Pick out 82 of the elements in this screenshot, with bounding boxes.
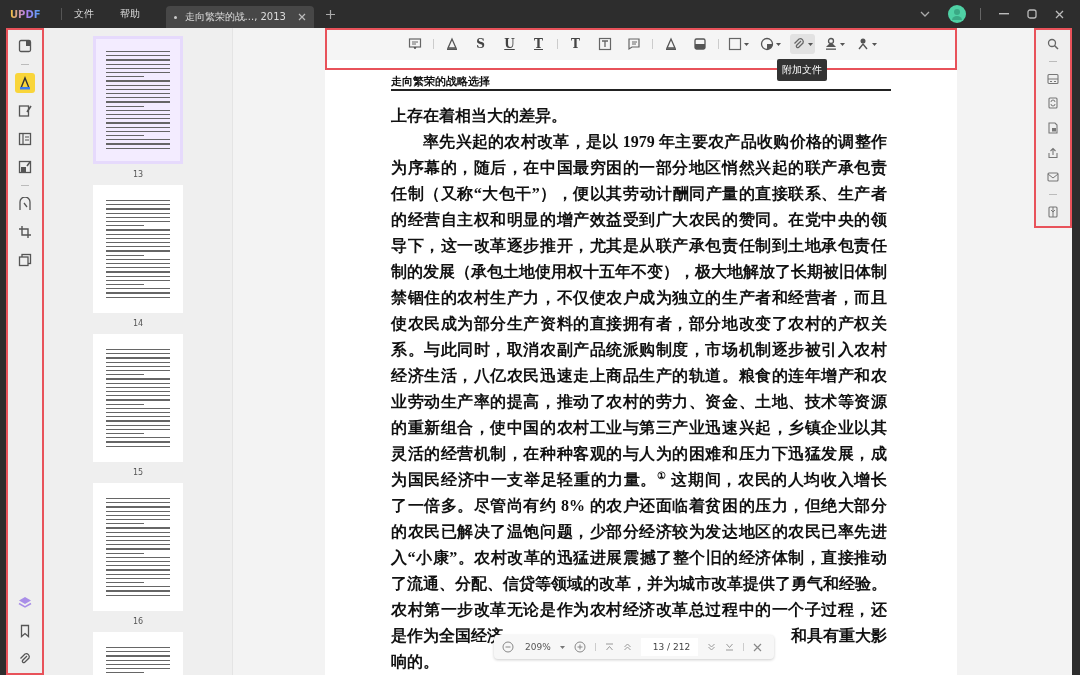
- square-icon: [727, 37, 742, 51]
- body-text-line: 的重新组合，使中国的农村工业与第三产业迅速兴起，乡镇企业以其: [391, 418, 887, 438]
- menu-item[interactable]: 文件: [73, 7, 94, 21]
- speech-bubble-icon: [626, 37, 641, 51]
- body-text-line: 导下，这一改革逐步推开，尤其是从联产承包责任制到土地承包责任: [391, 236, 887, 257]
- body-text-line: 为国民经济中一支举足轻重的力量。$^{①}$ 这期间，农民的人均收入增长: [391, 468, 887, 490]
- body-text-line: 率先兴起的农村改革，是以 1979 年主要农产品收购价格的调整作: [422, 132, 887, 152]
- share-icon: [1047, 146, 1059, 159]
- menu-item[interactable]: 帮助: [119, 7, 140, 21]
- caret-icon[interactable]: [559, 645, 565, 649]
- crop-icon: [18, 225, 32, 239]
- body-text-line: 经济生活，八亿农民迅速走上商品生产的轨道。粮食的连年增产和农: [391, 366, 887, 386]
- close-icon[interactable]: [753, 642, 763, 652]
- highlighter-icon: [663, 37, 678, 51]
- arch-icon: [18, 197, 32, 211]
- body-text-line: 和具有重大影: [791, 626, 887, 646]
- edit-icon: [18, 104, 32, 118]
- layout-icon: [18, 132, 32, 146]
- body-text-line: 灵活的经营机制，在种种客观的与人为的困难和压力下迅猛发展，成: [391, 444, 887, 464]
- document-icon: [18, 160, 32, 174]
- bookmark-icon: [18, 624, 32, 638]
- body-text-line: 上存在着相当大的差异。: [391, 106, 568, 126]
- app-logo: UPDF: [10, 8, 41, 20]
- paperclip-icon: [18, 652, 32, 666]
- body-text-line: 农村第一步改革无论是作为农村经济改革总过程中的一个子过程，还: [391, 600, 887, 620]
- body-text-line: 业劳动生产率的提高，推动了农村的劳力、资金、土地、技术等资源: [391, 392, 887, 412]
- body-text-line: 了流通、分配、信贷等领域的改革，并为城市改革提供了勇气和经验。: [391, 574, 887, 595]
- protect-tool-button[interactable]: [1045, 120, 1061, 136]
- page-number: 14: [132, 319, 144, 328]
- body-text-line: 的经营自主权和明显的增产效益受到广大农民的赞同。在党中央的领: [391, 210, 887, 230]
- chevron-down-icon[interactable]: [920, 11, 930, 17]
- comment-icon: [407, 37, 422, 51]
- compress-tool-button[interactable]: [1045, 204, 1061, 220]
- body-text-line: 制的发展（承包土地使用权十五年不变），极大地解放了长期被旧体制: [391, 262, 887, 282]
- zip-document-icon: [1047, 206, 1059, 219]
- pages-icon: [18, 253, 32, 267]
- pie-icon: [759, 37, 774, 51]
- add-tab-icon[interactable]: [325, 9, 335, 19]
- page-icon: [18, 39, 32, 53]
- close-icon[interactable]: [297, 13, 306, 21]
- document-tab[interactable]: 走向繁荣的战..., 2013: [165, 6, 314, 28]
- page-thumbnail[interactable]: [93, 36, 183, 164]
- running-head: 走向繁荣的战略选择: [391, 74, 491, 88]
- body-text-line: 为序幕的，随后，在中国最穷困的一部分地区悄然兴起的联产承包责: [391, 158, 887, 179]
- search-icon: [1047, 37, 1059, 50]
- body-text-line: 了一倍多。尽管尚有约 8% 的农户还面临着贫困的压力，但绝大部分: [391, 496, 887, 516]
- eraser-icon: [692, 37, 707, 51]
- page-thumbnail[interactable]: [93, 334, 183, 462]
- page-number: 16: [132, 617, 144, 626]
- stamp-icon: [823, 37, 838, 51]
- body-text-line: 的农民已解决了温饱问题，少部分经济较为发达地区的农民已率先进: [391, 522, 887, 542]
- document-icon: [1047, 97, 1059, 110]
- body-text-line: 任制（又称“大包干”），便以其劳动计酬同产量的直接联系、生产者: [391, 184, 887, 204]
- minimize-icon[interactable]: [999, 13, 1009, 15]
- strikeout-tool-button[interactable]: S: [469, 34, 492, 54]
- layers-icon: [18, 596, 32, 610]
- body-text-line: 使农民成为部分生产资料的直接拥有者，部分地改变了农村的产权关: [391, 314, 887, 334]
- underline-tool-button[interactable]: U: [498, 34, 521, 54]
- close-icon[interactable]: [1055, 9, 1064, 19]
- text-box-icon: [597, 37, 612, 51]
- maximize-icon[interactable]: [1027, 9, 1037, 19]
- body-text-line: 禁锢住的农村生产力，不仅使农户成为独立的生产者和经营者，而且: [391, 288, 887, 308]
- text-tool-button[interactable]: T: [564, 34, 587, 54]
- body-text-line: 系。与此同时，取消农副产品统派购制度，市场机制逐步被引入农村: [391, 340, 887, 360]
- body-text-line: 入“小康”。农村改革的迅猛进展震撼了整个旧的经济体制，直接推动: [391, 548, 887, 568]
- body-text-line: 响的。: [391, 652, 440, 672]
- page-number-field[interactable]: 13 / 212: [640, 638, 699, 656]
- page-number: 15: [132, 468, 144, 477]
- squiggly-tool-button[interactable]: T: [527, 34, 550, 54]
- page-number: 13: [132, 170, 144, 179]
- tooltip: 附加文件: [777, 59, 827, 81]
- locked-document-icon: [1047, 122, 1059, 134]
- comment-tool-button[interactable]: [15, 73, 35, 93]
- search-button[interactable]: [1045, 36, 1061, 52]
- avatar-icon[interactable]: [948, 5, 966, 23]
- zoom-level[interactable]: 209%: [525, 642, 551, 652]
- mail-icon: [1047, 171, 1059, 184]
- scanner-icon: [1047, 72, 1059, 85]
- highlighter-icon: [444, 37, 459, 51]
- page-thumbnail[interactable]: [93, 185, 183, 313]
- highlighter-icon: [18, 76, 32, 90]
- page-thumbnail[interactable]: [93, 483, 183, 611]
